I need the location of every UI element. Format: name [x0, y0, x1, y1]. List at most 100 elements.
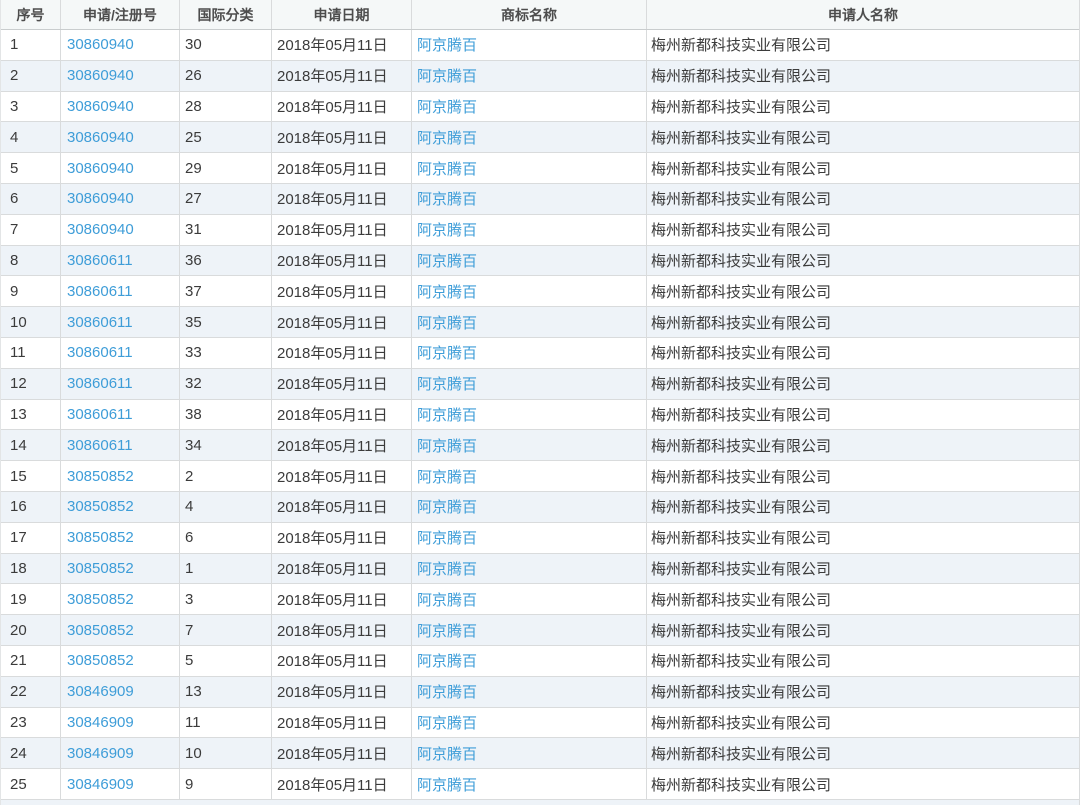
trademark-name-link[interactable]: 阿京腾百	[412, 645, 647, 676]
application-number-link[interactable]: 30846909	[61, 676, 180, 707]
application-number-link[interactable]: 30850852	[61, 553, 180, 584]
application-number-link[interactable]: 30850852	[61, 615, 180, 645]
application-date-cell: 2018年05月11日	[272, 522, 412, 553]
application-date-cell: 2018年05月11日	[272, 491, 412, 522]
trademark-name-link[interactable]: 阿京腾百	[412, 553, 647, 584]
trademark-name-link[interactable]: 阿京腾百	[412, 707, 647, 738]
trademark-name-link[interactable]: 阿京腾百	[412, 91, 647, 122]
intl-class-cell: 13	[180, 676, 272, 707]
intl-class-cell: 7	[180, 615, 272, 645]
intl-class-cell: 9	[180, 769, 272, 799]
application-number-link[interactable]: 30860940	[61, 153, 180, 183]
trademark-name-link[interactable]: 阿京腾百	[412, 461, 647, 491]
trademark-name-link[interactable]: 阿京腾百	[412, 491, 647, 522]
trademark-name-link[interactable]: 阿京腾百	[412, 584, 647, 615]
trademark-name-link[interactable]: 阿京腾百	[412, 30, 647, 60]
serial-cell: 10	[1, 307, 61, 337]
column-header-trademark-name: 商标名称	[412, 0, 647, 29]
serial-cell: 23	[1, 707, 61, 738]
table-row: 3 30860940 28 2018年05月11日 阿京腾百 梅州新都科技实业有限公司	[1, 91, 1079, 123]
application-number-link[interactable]: 30850852	[61, 584, 180, 615]
serial-cell: 24	[1, 738, 61, 769]
application-number-link[interactable]: 30850852	[61, 522, 180, 553]
applicant-name-cell: 梅州新都科技实业有限公司	[651, 714, 832, 732]
application-number-link[interactable]: 30860611	[61, 368, 180, 399]
table-row: 25 30846909 9 2018年05月11日 阿京腾百 梅州新都科技实业有限公司	[1, 769, 1079, 800]
application-number-link[interactable]: 30850852	[61, 645, 180, 676]
trademark-name-link[interactable]: 阿京腾百	[412, 368, 647, 399]
serial-cell: 1	[1, 30, 61, 60]
application-number-link[interactable]: 30860611	[61, 430, 180, 461]
application-number-link[interactable]: 30850852	[61, 461, 180, 491]
application-date-cell: 2018年05月11日	[272, 153, 412, 183]
serial-cell: 13	[1, 399, 61, 430]
table-row: 13 30860611 38 2018年05月11日 阿京腾百 梅州新都科技实业有限公司	[1, 399, 1079, 431]
trademark-name-link[interactable]: 阿京腾百	[412, 214, 647, 245]
application-number-link[interactable]: 30860940	[61, 60, 180, 91]
intl-class-cell: 30	[180, 30, 272, 60]
intl-class-cell: 34	[180, 430, 272, 461]
trademark-name-link[interactable]: 阿京腾百	[412, 399, 647, 430]
applicant-name-cell: 梅州新都科技实业有限公司	[651, 98, 832, 116]
application-number-link[interactable]: 30860940	[61, 91, 180, 122]
partial-next-row	[1, 799, 1079, 805]
application-date-cell: 2018年05月11日	[272, 368, 412, 399]
serial-cell: 7	[1, 214, 61, 245]
column-header-serial: 序号	[1, 0, 61, 29]
table-row: 7 30860940 31 2018年05月11日 阿京腾百 梅州新都科技实业有限公司	[1, 214, 1079, 246]
table-header-row: 序号 申请/注册号 国际分类 申请日期 商标名称 申请人名称	[1, 0, 1079, 30]
application-number-link[interactable]: 30860940	[61, 30, 180, 60]
column-header-app-number: 申请/注册号	[61, 0, 180, 29]
applicant-name-cell: 梅州新都科技实业有限公司	[651, 499, 832, 517]
trademark-name-link[interactable]: 阿京腾百	[412, 337, 647, 368]
intl-class-cell: 32	[180, 368, 272, 399]
application-number-link[interactable]: 30860611	[61, 245, 180, 276]
application-number-link[interactable]: 30846909	[61, 738, 180, 769]
applicant-name-cell: 梅州新都科技实业有限公司	[651, 653, 832, 671]
application-number-link[interactable]: 30846909	[61, 707, 180, 738]
application-number-link[interactable]: 30860940	[61, 183, 180, 214]
serial-cell: 25	[1, 769, 61, 799]
intl-class-cell: 1	[180, 553, 272, 584]
trademark-name-link[interactable]: 阿京腾百	[412, 122, 647, 153]
trademark-name-link[interactable]: 阿京腾百	[412, 769, 647, 799]
intl-class-cell: 31	[180, 214, 272, 245]
column-header-app-date: 申请日期	[272, 0, 412, 29]
applicant-name-cell: 梅州新都科技实业有限公司	[651, 776, 832, 794]
application-number-link[interactable]: 30860611	[61, 276, 180, 307]
application-number-link[interactable]: 30860611	[61, 307, 180, 337]
application-date-cell: 2018年05月11日	[272, 461, 412, 491]
applicant-name-cell: 梅州新都科技实业有限公司	[651, 560, 832, 578]
table-row: 16 30850852 4 2018年05月11日 阿京腾百 梅州新都科技实业有限公司	[1, 491, 1079, 523]
application-number-link[interactable]: 30860611	[61, 337, 180, 368]
intl-class-cell: 10	[180, 738, 272, 769]
trademark-name-link[interactable]: 阿京腾百	[412, 430, 647, 461]
trademark-name-link[interactable]: 阿京腾百	[412, 60, 647, 91]
application-number-link[interactable]: 30860611	[61, 399, 180, 430]
table-row: 6 30860940 27 2018年05月11日 阿京腾百 梅州新都科技实业有限公司	[1, 183, 1079, 215]
trademark-name-link[interactable]: 阿京腾百	[412, 153, 647, 183]
serial-cell: 5	[1, 153, 61, 183]
application-date-cell: 2018年05月11日	[272, 307, 412, 337]
application-number-link[interactable]: 30850852	[61, 491, 180, 522]
trademark-name-link[interactable]: 阿京腾百	[412, 245, 647, 276]
application-date-cell: 2018年05月11日	[272, 676, 412, 707]
intl-class-cell: 29	[180, 153, 272, 183]
trademark-name-link[interactable]: 阿京腾百	[412, 183, 647, 214]
application-number-link[interactable]: 30860940	[61, 122, 180, 153]
serial-cell: 6	[1, 183, 61, 214]
application-date-cell: 2018年05月11日	[272, 214, 412, 245]
application-number-link[interactable]: 30860940	[61, 214, 180, 245]
application-date-cell: 2018年05月11日	[272, 122, 412, 153]
applicant-name-cell: 梅州新都科技实业有限公司	[651, 252, 832, 270]
table-row: 9 30860611 37 2018年05月11日 阿京腾百 梅州新都科技实业有限公司	[1, 276, 1079, 308]
trademark-name-link[interactable]: 阿京腾百	[412, 307, 647, 337]
trademark-name-link[interactable]: 阿京腾百	[412, 676, 647, 707]
trademark-name-link[interactable]: 阿京腾百	[412, 276, 647, 307]
trademark-name-link[interactable]: 阿京腾百	[412, 738, 647, 769]
application-date-cell: 2018年05月11日	[272, 553, 412, 584]
trademark-name-link[interactable]: 阿京腾百	[412, 522, 647, 553]
trademark-name-link[interactable]: 阿京腾百	[412, 615, 647, 645]
applicant-name-cell: 梅州新都科技实业有限公司	[651, 191, 832, 209]
application-number-link[interactable]: 30846909	[61, 769, 180, 799]
